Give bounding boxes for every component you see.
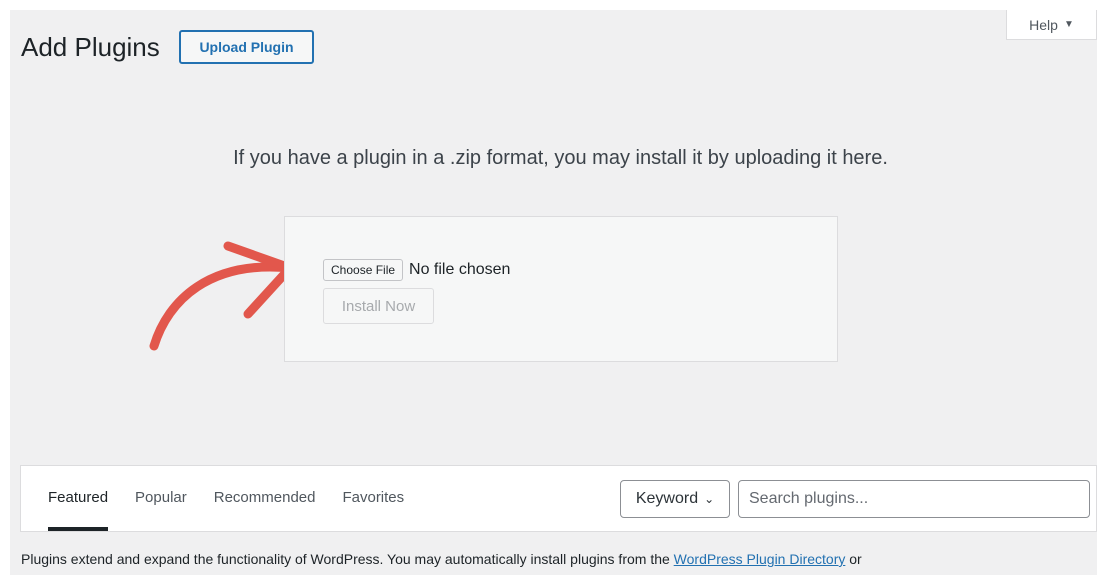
plugin-directory-link[interactable]: WordPress Plugin Directory — [674, 551, 846, 567]
description-text: Plugins extend and expand the functional… — [21, 551, 674, 567]
upload-form: Choose File No file chosen Install Now — [284, 216, 838, 362]
search-plugins-input[interactable] — [738, 480, 1090, 518]
tab-recommended[interactable]: Recommended — [214, 466, 316, 531]
tab-featured[interactable]: Featured — [48, 466, 109, 531]
file-status: No file chosen — [409, 261, 511, 278]
plugin-filter-bar: Featured Popular Recommended Favorites K… — [20, 465, 1097, 532]
help-tab[interactable]: Help ▼ — [1006, 10, 1097, 40]
plugins-description: Plugins extend and expand the functional… — [21, 551, 862, 567]
tab-favorites[interactable]: Favorites — [342, 466, 404, 531]
chevron-down-icon: ⌄ — [704, 492, 715, 506]
search-type-select[interactable]: Keyword ⌄ — [620, 480, 730, 518]
page-title: Add Plugins — [21, 32, 160, 62]
choose-file-button[interactable]: Choose File — [323, 259, 404, 281]
file-input: Choose File No file chosen — [323, 259, 510, 281]
description-text-end: or — [845, 551, 862, 567]
upload-plugin-button[interactable]: Upload Plugin — [179, 30, 314, 64]
tab-popular[interactable]: Popular — [135, 466, 187, 531]
filter-tabs: Featured Popular Recommended Favorites — [21, 466, 404, 531]
install-now-button[interactable]: Install Now — [323, 288, 434, 324]
help-tab-label: Help — [1029, 16, 1058, 33]
caret-down-icon: ▼ — [1063, 19, 1074, 30]
upload-help-text: If you have a plugin in a .zip format, y… — [233, 147, 888, 169]
search-type-value: Keyword — [635, 490, 699, 507]
